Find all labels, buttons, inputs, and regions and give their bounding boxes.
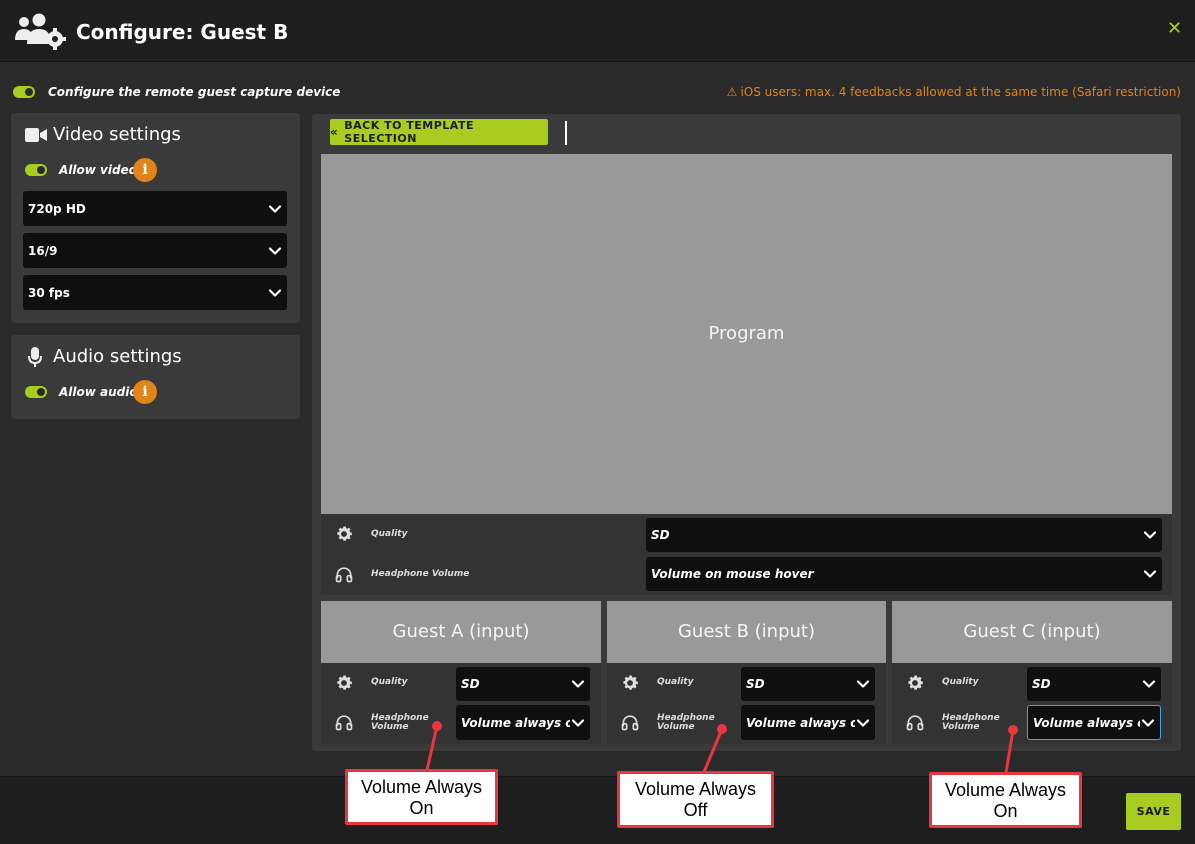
configure-device-toggle[interactable] — [13, 86, 35, 98]
headphones-icon — [334, 712, 354, 732]
guest-a-headphone-select[interactable]: Volume always on — [456, 705, 590, 740]
guest-c-quality-value: SD — [1032, 677, 1051, 691]
guest-a-controls: Quality SD Headphone Volume Volume alway… — [321, 663, 601, 744]
guest-a-quality-value: SD — [461, 677, 480, 691]
chevron-down-icon — [267, 201, 283, 217]
guest-c-quality-label: Quality — [942, 677, 979, 687]
callout-text-line1: Volume Always — [634, 779, 757, 799]
guest-a-label: Guest A (input) — [392, 621, 530, 642]
program-headphone-label: Headphone Volume — [371, 569, 470, 579]
guest-c-label: Guest C (input) — [963, 621, 1101, 642]
warning-icon: ⚠ — [726, 85, 738, 99]
info-icon[interactable]: i — [133, 380, 157, 404]
dialog-header: Configure: Guest B ✕ — [0, 0, 1195, 62]
program-headphone-value: Volume on mouse hover — [651, 567, 814, 581]
gear-icon — [334, 673, 354, 693]
video-settings-panel: Video settings Allow video i 720p HD 16/… — [11, 113, 300, 323]
program-preview: Program — [321, 154, 1172, 514]
guest-a-quality-select[interactable]: SD — [456, 667, 590, 701]
chevron-down-icon — [267, 285, 283, 301]
guest-b-quality-label: Quality — [657, 677, 694, 687]
callout-text-line2: On — [993, 801, 1018, 821]
guest-a-quality-label: Quality — [371, 677, 408, 687]
gear-icon — [905, 673, 925, 693]
guest-b-quality-select[interactable]: SD — [741, 667, 875, 701]
allow-video-label: Allow video — [59, 163, 137, 177]
divider — [565, 121, 567, 145]
allow-audio-toggle[interactable] — [25, 386, 47, 398]
guest-b-preview: Guest B (input) — [607, 601, 886, 663]
resolution-select[interactable]: 720p HD — [23, 191, 287, 226]
chevron-down-icon — [1140, 715, 1156, 731]
guest-b-headphone-value: Volume always off — [746, 715, 855, 730]
aspect-ratio-value: 16/9 — [28, 243, 58, 258]
info-icon[interactable]: i — [133, 158, 157, 182]
chevron-down-icon — [1141, 676, 1157, 692]
headphones-icon — [334, 564, 354, 584]
aspect-ratio-select[interactable]: 16/9 — [23, 233, 287, 268]
back-to-template-button[interactable]: « BACK TO TEMPLATE SELECTION — [330, 119, 548, 145]
guest-c-controls: Quality SD Headphone Volume Volume alway… — [892, 663, 1172, 744]
program-headphone-select[interactable]: Volume on mouse hover — [646, 557, 1162, 591]
configure-device-label: Configure the remote guest capture devic… — [48, 85, 341, 99]
headphones-icon — [620, 712, 640, 732]
callout-text-line2: On — [409, 798, 434, 818]
chevron-down-icon — [1142, 566, 1158, 582]
guest-a-headphone-value: Volume always on — [461, 715, 570, 730]
callout-text-line2: Off — [683, 800, 708, 820]
callout-guest-a: Volume Always On — [345, 769, 498, 825]
ios-warning: ⚠ iOS users: max. 4 feedbacks allowed at … — [727, 85, 1181, 99]
program-quality-select[interactable]: SD — [646, 518, 1162, 552]
headphones-icon — [905, 712, 925, 732]
gear-icon — [620, 673, 640, 693]
close-icon[interactable]: ✕ — [1167, 18, 1185, 40]
callout-guest-c: Volume Always On — [929, 772, 1082, 828]
video-settings-title: Video settings — [53, 124, 181, 145]
program-quality-label: Quality — [371, 529, 408, 539]
guest-a-headphone-label-2: Volume — [371, 722, 409, 732]
chevron-down-icon — [1142, 527, 1158, 543]
program-label: Program — [708, 323, 785, 344]
guest-c-headphone-value: Volume always on — [1033, 715, 1140, 730]
callout-text-line1: Volume Always — [360, 777, 483, 797]
guest-c-quality-select[interactable]: SD — [1027, 667, 1161, 701]
microphone-icon — [28, 347, 42, 367]
program-controls: Quality SD Headphone Volume Volume on mo… — [321, 514, 1172, 595]
audio-settings-panel: Audio settings Allow audio i — [11, 335, 300, 419]
framerate-value: 30 fps — [28, 285, 70, 300]
chevron-down-icon — [570, 715, 586, 731]
guest-b-controls: Quality SD Headphone Volume Volume alway… — [607, 663, 886, 744]
guest-c-headphone-label-2: Volume — [942, 722, 980, 732]
chevron-down-icon — [570, 676, 586, 692]
guest-b-quality-value: SD — [746, 677, 765, 691]
ios-warning-text: iOS users: max. 4 feedbacks allowed at t… — [740, 85, 1181, 99]
program-quality-value: SD — [651, 528, 670, 542]
chevron-down-icon — [855, 715, 871, 731]
chevron-down-icon — [267, 243, 283, 259]
gear-icon — [334, 524, 354, 544]
guest-b-headphone-select[interactable]: Volume always off — [741, 705, 875, 740]
allow-audio-label: Allow audio — [59, 385, 138, 399]
callout-guest-b: Volume Always Off — [617, 771, 774, 828]
guest-a-preview: Guest A (input) — [321, 601, 601, 663]
guest-c-preview: Guest C (input) — [892, 601, 1172, 663]
video-camera-icon — [25, 128, 47, 142]
guest-b-label: Guest B (input) — [677, 621, 815, 642]
resolution-value: 720p HD — [28, 201, 86, 216]
callout-text-line1: Volume Always — [944, 780, 1067, 800]
allow-video-toggle[interactable] — [25, 164, 47, 176]
guests-settings-icon — [15, 13, 66, 50]
chevron-down-icon — [855, 676, 871, 692]
audio-settings-title: Audio settings — [53, 346, 182, 367]
back-to-template-label: BACK TO TEMPLATE SELECTION — [344, 119, 474, 145]
guest-c-headphone-select[interactable]: Volume always on — [1027, 705, 1161, 740]
framerate-select[interactable]: 30 fps — [23, 275, 287, 310]
save-button[interactable]: SAVE — [1126, 793, 1181, 830]
double-chevron-left-icon: « — [330, 125, 339, 139]
dialog-title: Configure: Guest B — [76, 20, 289, 44]
guest-b-headphone-label-2: Volume — [657, 722, 695, 732]
